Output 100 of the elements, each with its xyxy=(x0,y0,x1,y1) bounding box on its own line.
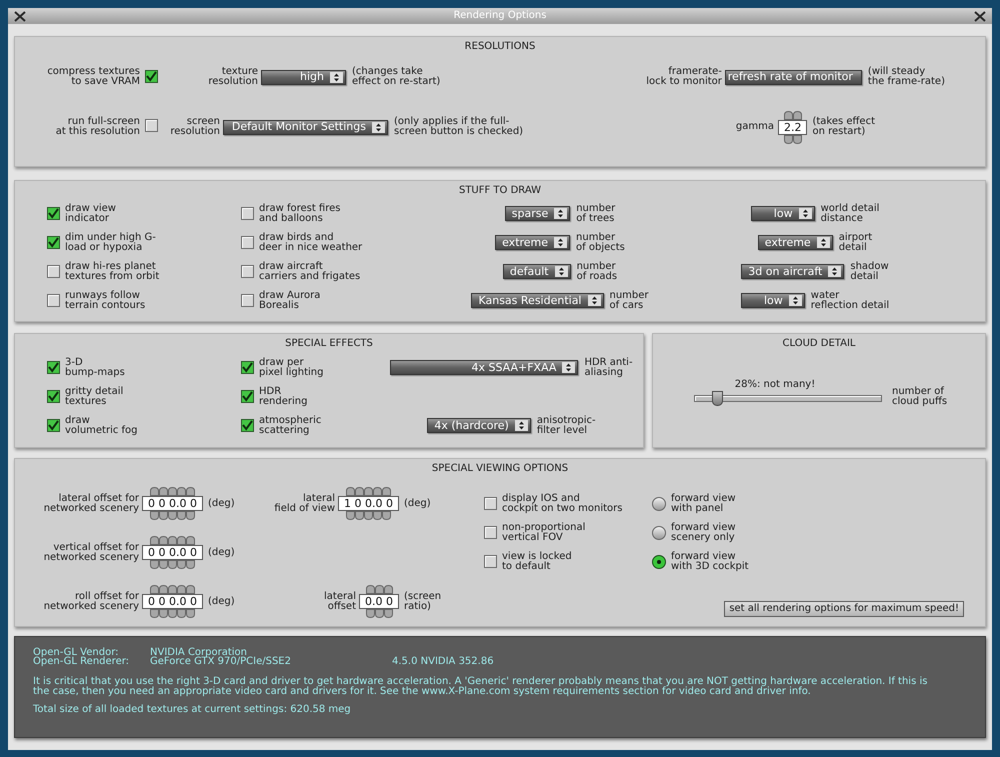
checkbox[interactable] xyxy=(241,419,254,432)
dropdown[interactable]: sparse xyxy=(504,206,570,221)
window-title: Rendering Options xyxy=(454,10,546,22)
checkbox[interactable] xyxy=(47,361,60,374)
dropdown[interactable]: extreme xyxy=(758,235,833,250)
label: 3-D bump-maps xyxy=(65,358,125,378)
dropdown[interactable]: high xyxy=(261,70,346,84)
label: non-proportional vertical FOV xyxy=(502,522,586,542)
checkbox[interactable] xyxy=(47,419,60,432)
checkbox[interactable] xyxy=(241,390,254,403)
checkbox[interactable] xyxy=(47,207,60,220)
renderer-value: GeForce GTX 970/PCIe/SSE2 xyxy=(150,657,292,667)
checkbox[interactable] xyxy=(241,361,254,374)
vendor-label: Open-GL Vendor: xyxy=(33,648,119,657)
label: number of trees xyxy=(576,204,616,224)
label: (deg) xyxy=(208,596,235,606)
section-title: STUFF TO DRAW xyxy=(458,185,542,196)
up-down-arrows-icon xyxy=(828,266,842,277)
checkbox[interactable] xyxy=(47,294,60,307)
label: (will steady the frame-rate) xyxy=(868,67,945,87)
label: forward view with panel xyxy=(671,494,736,514)
checkbox[interactable] xyxy=(241,265,254,278)
label: (deg) xyxy=(208,548,235,558)
number-field[interactable]: 2.2 xyxy=(778,120,808,134)
number-field[interactable]: 0.0 0 xyxy=(359,594,399,609)
slider-thumb[interactable] xyxy=(712,390,724,406)
label: number of roads xyxy=(576,262,618,282)
label: forward view with 3D cockpit xyxy=(671,552,749,572)
close-icon[interactable] xyxy=(974,10,986,22)
section-title: RESOLUTIONS xyxy=(464,41,536,52)
label: airport detail xyxy=(838,232,872,252)
renderer-label: Open-GL Renderer: xyxy=(33,657,130,667)
number-field[interactable]: 1 0 0.0 0 xyxy=(338,496,399,511)
checkbox[interactable] xyxy=(484,497,497,510)
dropdown[interactable]: extreme xyxy=(495,235,570,250)
checkbox[interactable] xyxy=(484,526,497,539)
label: display IOS and cockpit on two monitors xyxy=(502,494,622,514)
radio-button[interactable] xyxy=(652,526,666,540)
label: water reflection detail xyxy=(810,290,890,310)
checkbox[interactable] xyxy=(145,119,158,132)
label: HDR rendering xyxy=(259,386,308,406)
label: (only applies if the full- screen button is checked) xyxy=(394,117,524,137)
label: view is locked to default xyxy=(502,552,572,572)
radio-button[interactable] xyxy=(652,496,666,510)
dropdown[interactable]: 4x (hardcore) xyxy=(427,418,531,433)
checkbox[interactable] xyxy=(47,265,60,278)
dropdown[interactable]: Kansas Residential xyxy=(471,293,604,308)
label: vertical offset for networked scenery xyxy=(42,542,139,562)
radio-button[interactable] xyxy=(652,554,666,568)
label: texture resolution xyxy=(207,67,258,87)
label: draw birds and deer in nice weather xyxy=(259,232,362,252)
label: (takes effect on restart) xyxy=(812,117,875,137)
close-icon[interactable] xyxy=(14,10,26,22)
up-down-arrows-icon xyxy=(554,237,568,248)
label: runways follow terrain contours xyxy=(65,290,146,310)
notice-text: It is critical that you use the right 3-D card and driver to get hardware acceleration. A 'Generic' renderer probably means that you are NOT getting hardware acceleration. If this is the case, then you need an appropriate video card and drivers for it. See the www.X-Plane.com system requirements section for video card and driver info. xyxy=(33,677,928,697)
slider-reading: 28%: not many! xyxy=(734,378,816,390)
max-speed-button[interactable]: set all rendering options for maximum speed! xyxy=(724,601,964,617)
dropdown[interactable]: refresh rate of monitor xyxy=(724,70,862,84)
up-down-arrows-icon xyxy=(788,295,802,306)
checkbox[interactable] xyxy=(47,236,60,249)
checkbox[interactable] xyxy=(145,70,158,83)
label: forward view scenery only xyxy=(671,522,736,542)
label: HDR anti- aliasing xyxy=(584,358,633,378)
checkbox[interactable] xyxy=(241,207,254,220)
dropdown[interactable]: 3d on aircraft xyxy=(741,264,844,279)
number-field[interactable]: 0 0 0.0 0 xyxy=(142,545,203,560)
number-field[interactable]: 0 0 0.0 0 xyxy=(142,496,203,511)
number-field[interactable]: 0 0 0.0 0 xyxy=(142,594,203,609)
label: lateral offset xyxy=(324,592,356,612)
label: framerate- lock to monitor xyxy=(646,67,722,87)
up-down-arrows-icon xyxy=(330,72,343,82)
checkbox[interactable] xyxy=(484,555,497,568)
label: draw volumetric fog xyxy=(65,416,138,436)
label: lateral field of view xyxy=(274,494,336,514)
dropdown[interactable]: low xyxy=(750,206,815,221)
checkbox[interactable] xyxy=(241,236,254,249)
checkbox[interactable] xyxy=(241,294,254,307)
label: dim under high G- load or hypoxia xyxy=(65,232,156,252)
label: gamma xyxy=(736,122,774,132)
label: roll offset for networked scenery xyxy=(42,592,139,612)
label: draw hi-res planet textures from orbit xyxy=(65,262,160,282)
label: (screen ratio) xyxy=(404,592,442,612)
label: (deg) xyxy=(208,498,235,508)
dropdown[interactable]: Default Monitor Settings xyxy=(223,120,388,134)
label: draw forest fires and balloons xyxy=(259,204,340,224)
version-value: 4.5.0 NVIDIA 352.86 xyxy=(392,657,494,667)
section-title: SPECIAL EFFECTS xyxy=(285,338,373,349)
checkbox[interactable] xyxy=(47,390,60,403)
label: screen resolution xyxy=(169,117,220,137)
up-down-arrows-icon xyxy=(554,208,568,219)
label: lateral offset for networked scenery xyxy=(42,494,139,514)
up-down-arrows-icon xyxy=(562,362,576,373)
dropdown[interactable]: default xyxy=(502,264,571,279)
label: number of cloud puffs xyxy=(892,387,948,407)
dropdown[interactable]: 4x SSAA+FXAA xyxy=(390,360,578,375)
dropdown[interactable]: low xyxy=(740,293,805,308)
section-title: CLOUD DETAIL xyxy=(782,338,856,349)
label: shadow detail xyxy=(850,262,889,282)
section-title: SPECIAL VIEWING OPTIONS xyxy=(432,463,568,474)
